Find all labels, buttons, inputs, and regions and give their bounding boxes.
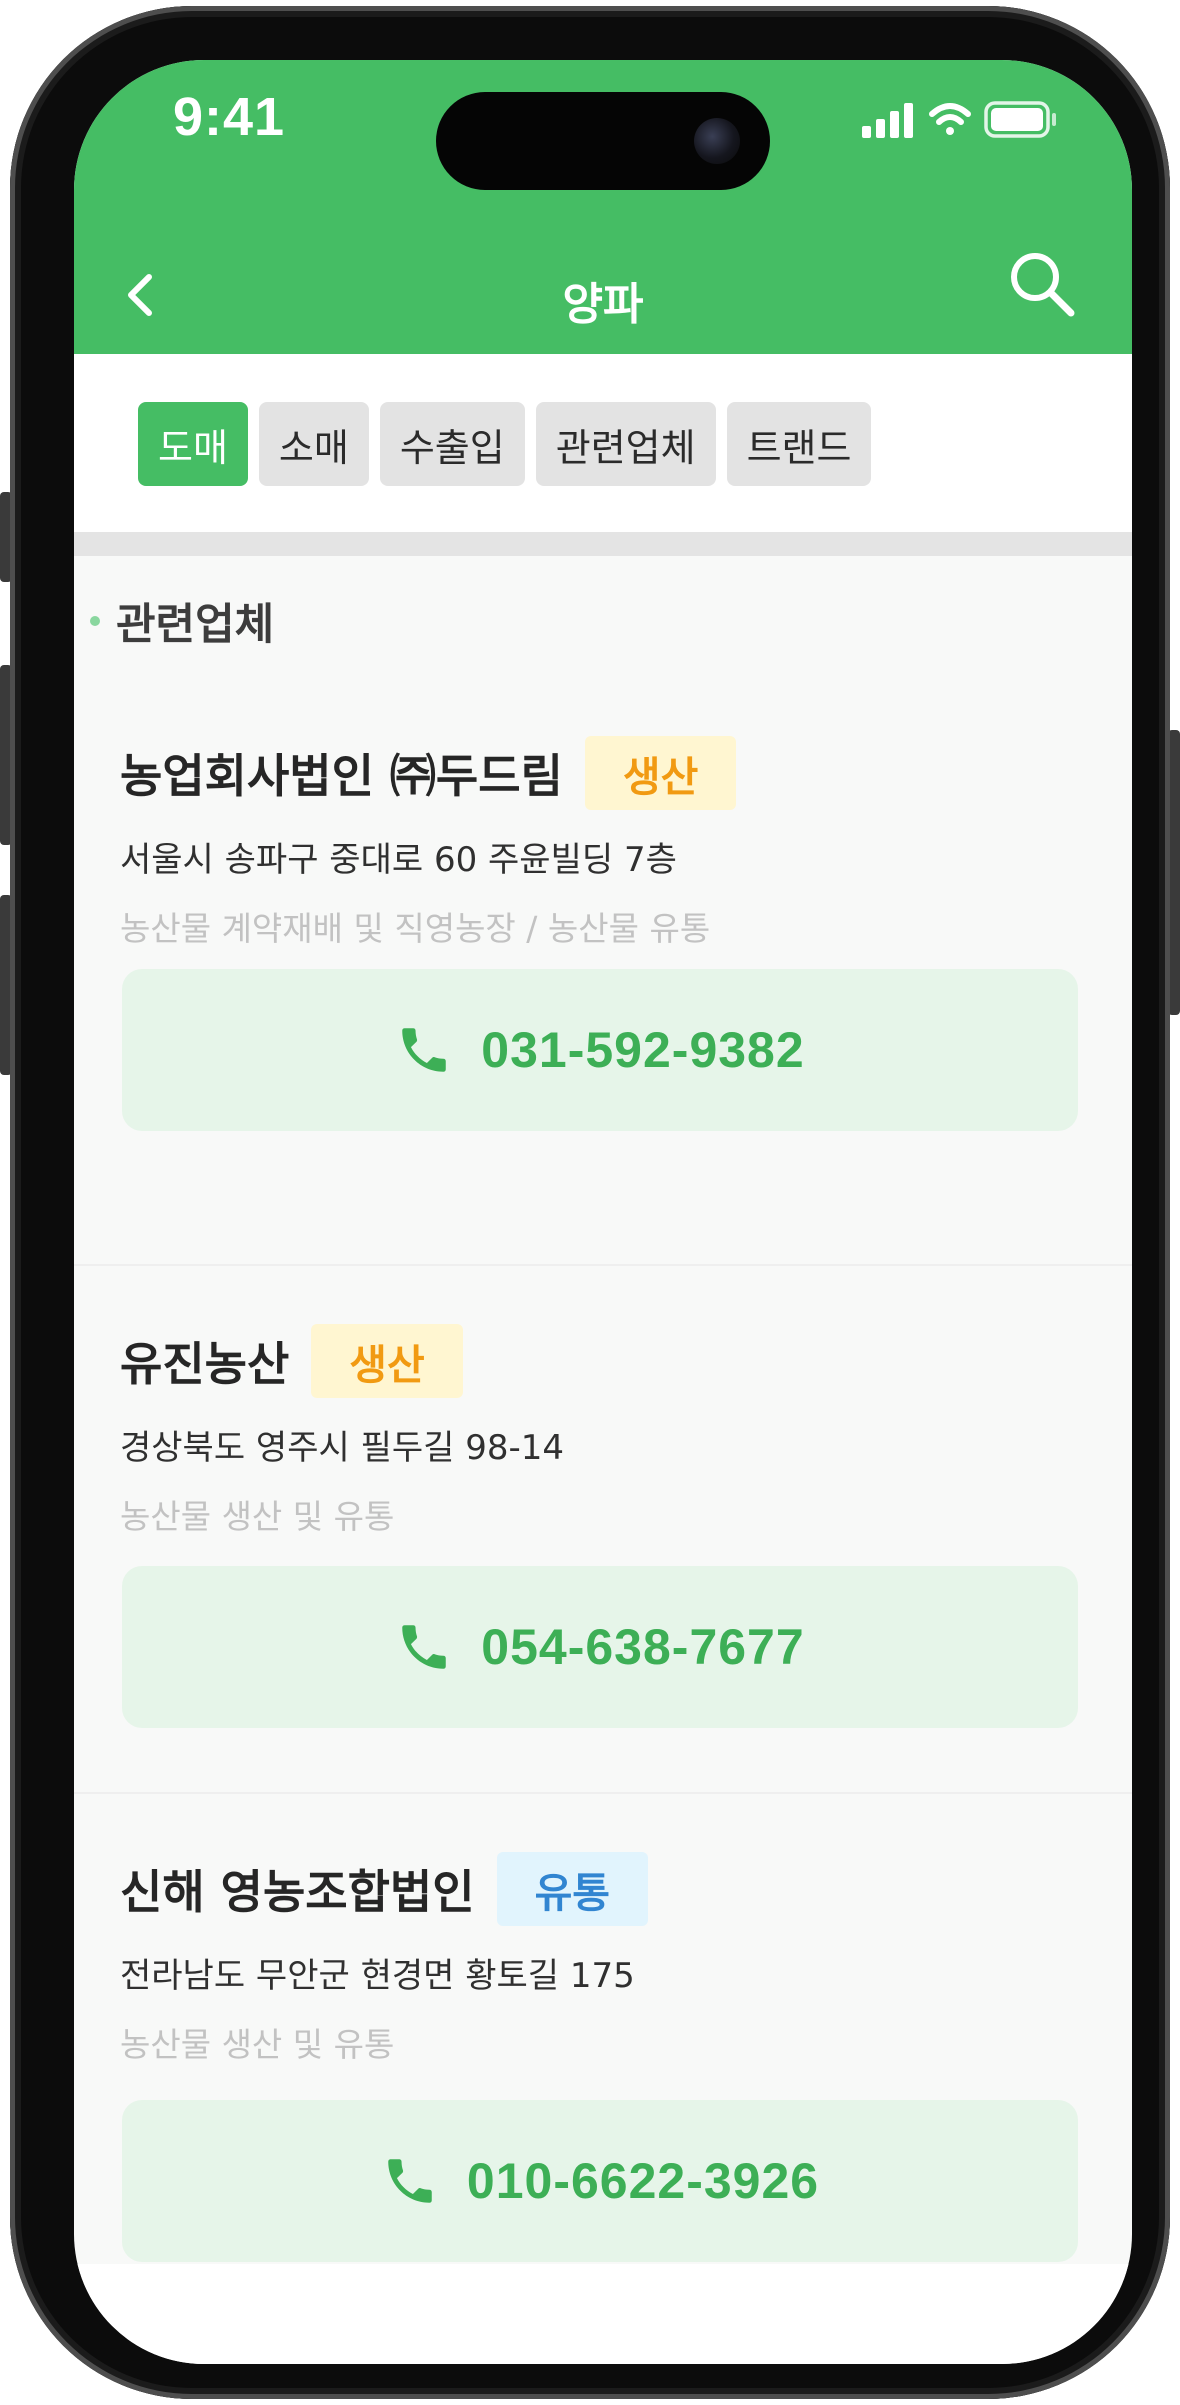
page-title: 양파 — [562, 279, 644, 330]
company-type-badge: 생산 — [584, 736, 737, 810]
tab-related-companies[interactable]: 관련업체 — [535, 402, 716, 486]
dynamic-island — [436, 92, 770, 190]
company-name: 농업회사법인 ㈜두드림 — [120, 749, 563, 803]
company-card: 농업회사법인 ㈜두드림 생산 서울시 송파구 중대로 60 주윤빌딩 7층 농산… — [74, 736, 1132, 1266]
phone-number: 010-6622-3926 — [466, 2153, 820, 2209]
tab-wholesale[interactable]: 도매 — [138, 402, 248, 486]
company-type-badge: 생산 — [311, 1324, 463, 1398]
camera-icon — [694, 118, 740, 164]
company-address: 전라남도 무안군 현경면 황토길 175 — [120, 1956, 635, 1996]
chevron-left-icon — [128, 274, 152, 316]
company-name: 신해 영농조합법인 — [120, 1865, 475, 1919]
tab-retail[interactable]: 소매 — [258, 402, 369, 486]
search-icon — [1011, 253, 1075, 317]
call-button[interactable]: 010-6622-3926 — [122, 2100, 1078, 2262]
divider — [74, 532, 1132, 556]
phone-screen: 9:41 양파 도매 소매 수출입 관련업체 트랜드 관련업체 농업회사법인 ㈜… — [74, 60, 1132, 2364]
phone-icon — [388, 2159, 432, 2203]
company-address: 서울시 송파구 중대로 60 주윤빌딩 7층 — [120, 840, 677, 880]
bullet-icon — [90, 616, 100, 626]
company-description: 농산물 생산 및 유통 — [120, 1497, 395, 1536]
page: 9:41 양파 도매 소매 수출입 관련업체 트랜드 관련업체 농업회사법인 ㈜… — [0, 0, 1180, 2405]
category-tabs: 도매 소매 수출입 관련업체 트랜드 — [74, 354, 1132, 532]
call-button[interactable]: 054-638-7677 — [122, 1566, 1078, 1728]
phone-number: 054-638-7677 — [481, 1619, 805, 1675]
wifi-icon — [929, 103, 971, 135]
tab-trend[interactable]: 트랜드 — [726, 402, 872, 486]
back-button[interactable] — [110, 260, 170, 330]
section-header: 관련업체 — [90, 590, 274, 652]
company-description: 농산물 생산 및 유통 — [120, 2025, 395, 2064]
phone-icon — [402, 1028, 447, 1072]
section-title: 관련업체 — [116, 600, 275, 650]
phone-frame: 9:41 양파 도매 소매 수출입 관련업체 트랜드 관련업체 농업회사법인 ㈜… — [10, 6, 1170, 2399]
phone-number: 031-592-9382 — [481, 1022, 805, 1078]
company-type-badge: 유통 — [496, 1852, 649, 1926]
call-button[interactable]: 031-592-9382 — [122, 969, 1078, 1131]
company-card: 유진농산 생산 경상북도 영주시 필두길 98-14 농산물 생산 및 유통 0… — [74, 1266, 1132, 1794]
phone-icon — [402, 1625, 447, 1669]
company-card: 신해 영농조합법인 유통 전라남도 무안군 현경면 황토길 175 농산물 생산… — [74, 1794, 1132, 2324]
company-address: 경상북도 영주시 필두길 98-14 — [120, 1428, 565, 1468]
signal-icon — [862, 103, 913, 138]
company-description: 농산물 계약재배 및 직영농장 / 농산물 유통 — [120, 909, 711, 948]
bottom-area — [74, 2264, 1132, 2364]
battery-icon — [984, 101, 1056, 138]
tab-import-export[interactable]: 수출입 — [379, 402, 525, 486]
search-button[interactable] — [1002, 244, 1082, 324]
status-icons — [862, 100, 1062, 140]
status-time: 9:41 — [173, 87, 286, 147]
app-header: 9:41 양파 — [74, 60, 1132, 354]
company-name: 유진농산 — [120, 1337, 290, 1391]
